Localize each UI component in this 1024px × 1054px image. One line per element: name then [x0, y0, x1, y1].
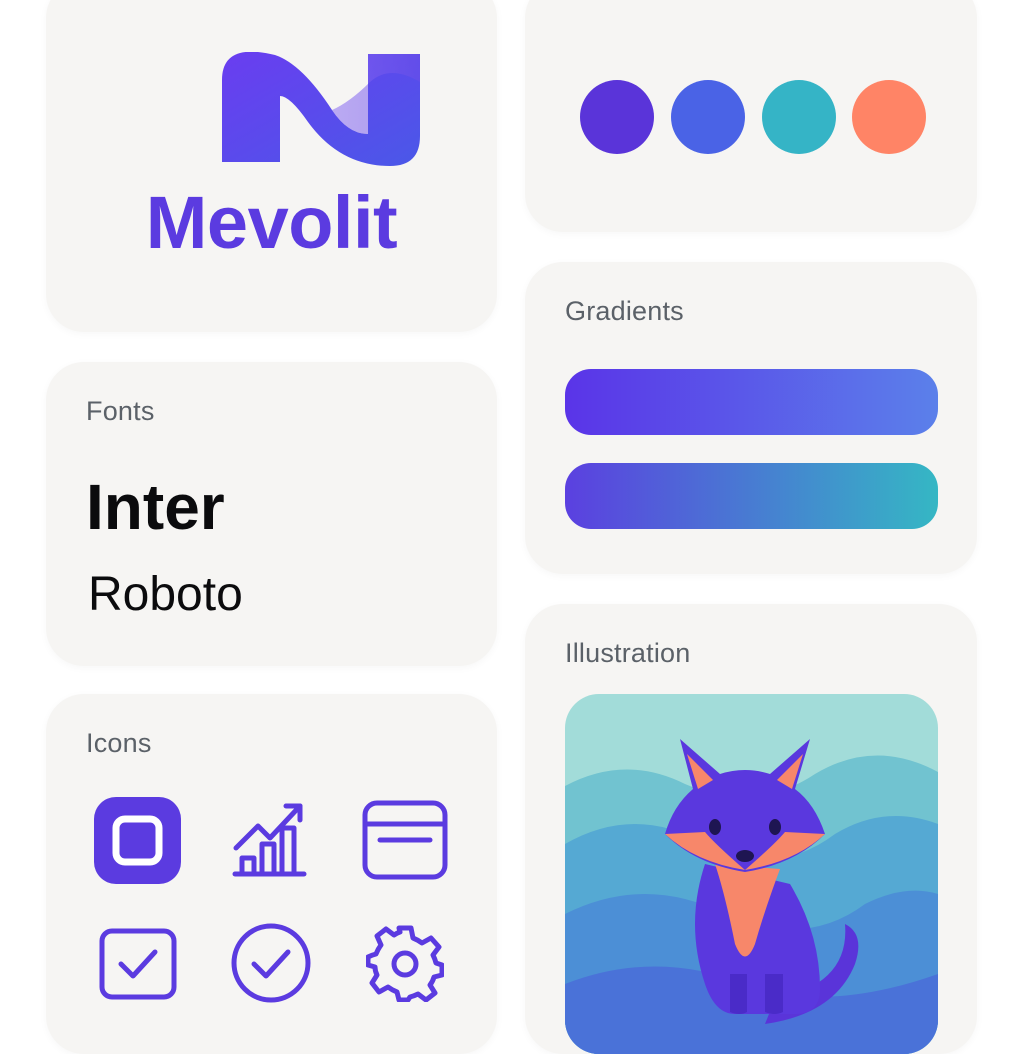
gradients-card: Gradients: [525, 262, 977, 574]
gear-icon[interactable]: [366, 924, 444, 1002]
card-icon[interactable]: [362, 800, 448, 880]
app-square-icon[interactable]: [94, 797, 181, 884]
gradient-bar-violet-teal[interactable]: [565, 463, 938, 529]
color-palette-card: [525, 0, 977, 232]
n-monogram-icon: [220, 51, 422, 175]
fonts-card: Fonts Inter Roboto: [46, 362, 497, 666]
color-swatch-blue[interactable]: [671, 80, 745, 154]
font-sample-secondary: Roboto: [88, 568, 243, 621]
fonts-title: Fonts: [86, 396, 155, 426]
icons-card: Icons: [46, 694, 497, 1054]
check-circle-icon[interactable]: [230, 922, 312, 1004]
gradients-title: Gradients: [565, 296, 684, 326]
fox-illustration: [565, 694, 938, 1054]
brand-name: Mevolit: [145, 181, 398, 264]
logo-card: Mevolit: [46, 0, 497, 332]
icons-title: Icons: [86, 728, 152, 758]
illustration-card: Illustration: [525, 604, 977, 1054]
color-swatch-coral[interactable]: [852, 80, 926, 154]
font-sample-primary: Inter: [86, 471, 225, 543]
illustration-title: Illustration: [565, 638, 691, 668]
growth-chart-icon[interactable]: [232, 800, 308, 878]
gradient-bar-violet-blue[interactable]: [565, 369, 938, 435]
checkbox-icon[interactable]: [99, 928, 177, 1000]
color-swatch-violet[interactable]: [580, 80, 654, 154]
color-swatch-teal[interactable]: [762, 80, 836, 154]
